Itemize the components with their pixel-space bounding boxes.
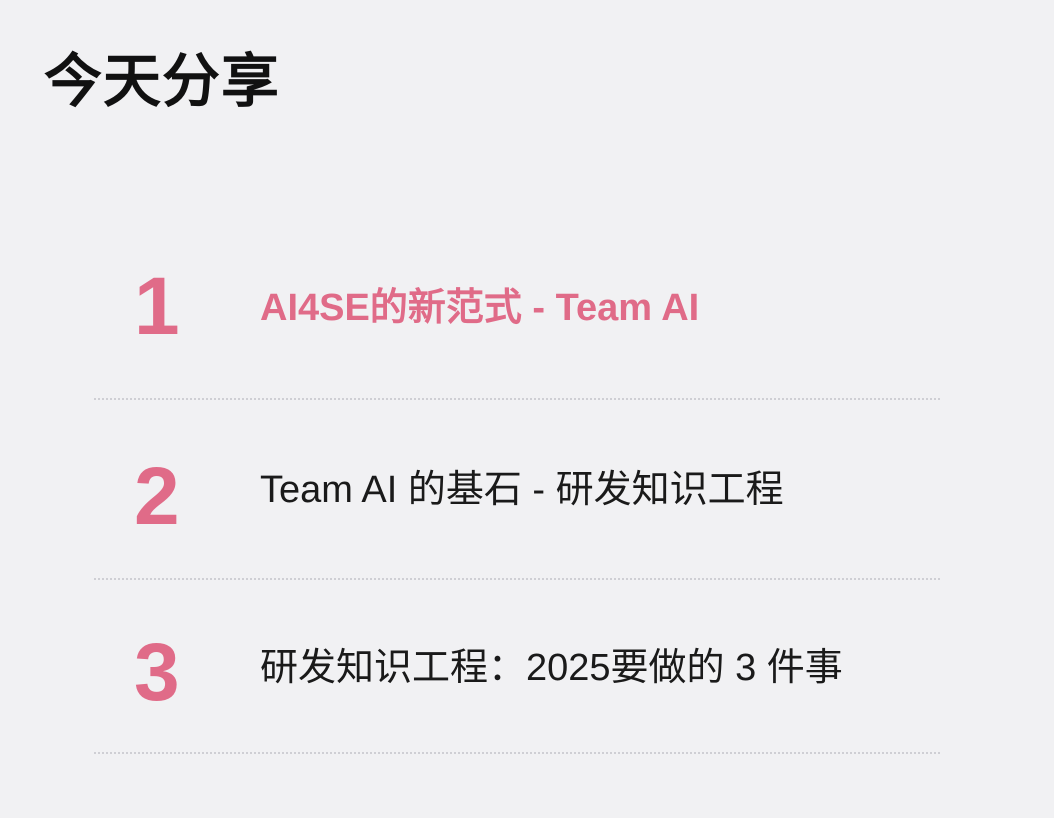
divider-1 xyxy=(94,398,940,400)
agenda-item-1-number: 1 xyxy=(134,261,180,352)
slide: 今天分享 1 AI4SE的新范式 - Team AI 2 Team AI 的基石… xyxy=(0,0,1054,818)
agenda-item-3-number: 3 xyxy=(134,627,180,718)
agenda-list: 1 AI4SE的新范式 - Team AI 2 Team AI 的基石 - 研发… xyxy=(94,0,940,818)
divider-2 xyxy=(94,578,940,580)
agenda-item-2-label: Team AI 的基石 - 研发知识工程 xyxy=(260,469,784,511)
divider-3 xyxy=(94,752,940,754)
agenda-item-3-label: 研发知识工程：2025要做的 3 件事 xyxy=(260,647,843,689)
agenda-item-1-label: AI4SE的新范式 - Team AI xyxy=(260,287,700,329)
agenda-item-2-number: 2 xyxy=(134,451,180,542)
